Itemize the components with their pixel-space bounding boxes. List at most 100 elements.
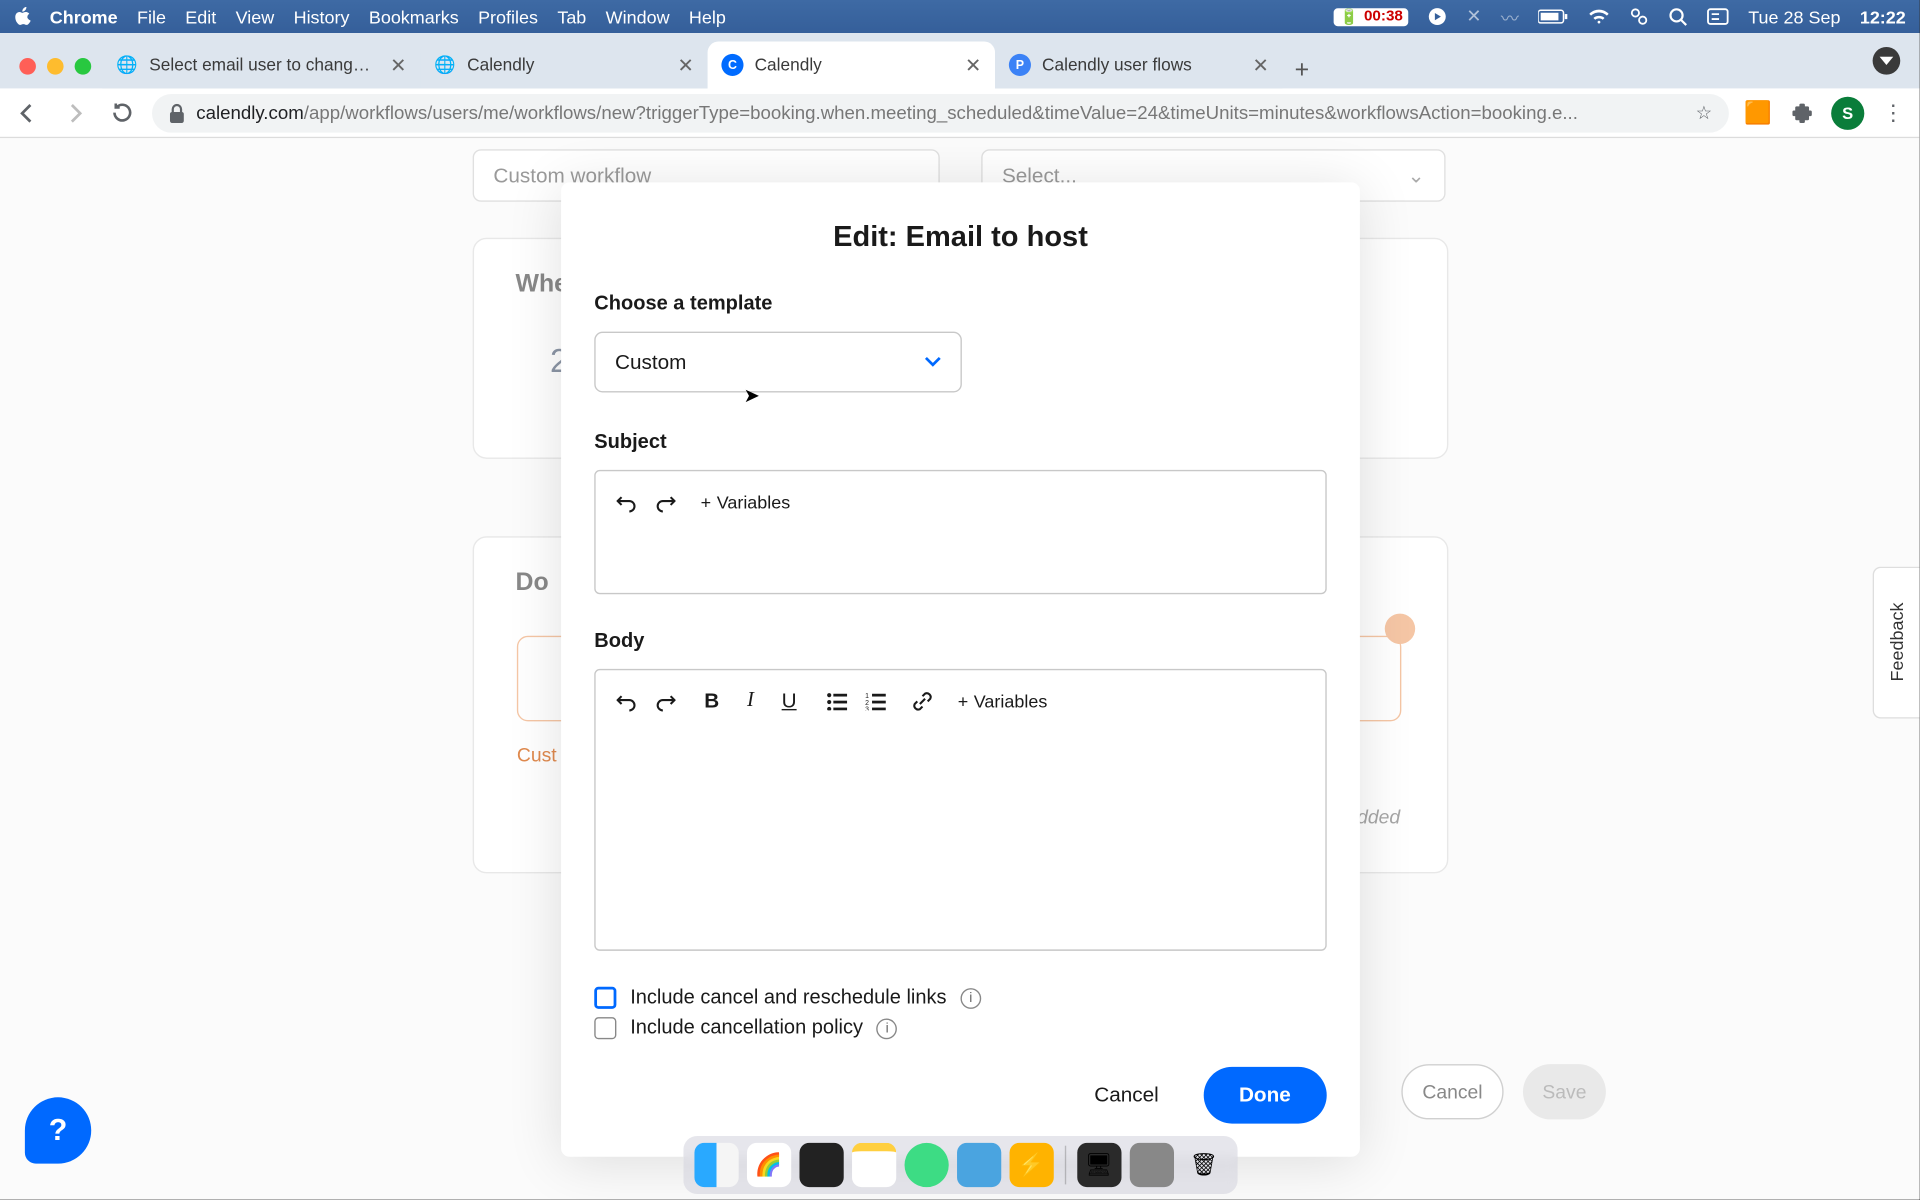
plus-icon: + xyxy=(958,690,968,711)
app-icon-2[interactable]: ⚡ xyxy=(1009,1143,1053,1187)
browser-tab-3[interactable]: C Calendly ✕ xyxy=(708,41,995,88)
browser-tab-1[interactable]: 🌐 Select email user to change | D ✕ xyxy=(102,41,420,88)
apple-icon[interactable] xyxy=(14,7,33,26)
info-icon[interactable]: i xyxy=(877,1018,898,1039)
extensions-icon[interactable] xyxy=(1787,102,1817,124)
reload-button[interactable] xyxy=(105,101,138,124)
close-tab-icon[interactable]: ✕ xyxy=(965,53,981,76)
status-icon-3[interactable]: 〰 xyxy=(1501,3,1519,29)
star-icon[interactable]: ☆ xyxy=(1696,102,1713,124)
battery-icon[interactable] xyxy=(1538,8,1568,25)
underline-icon[interactable]: U xyxy=(778,690,800,712)
modal-done-button[interactable]: Done xyxy=(1203,1067,1327,1124)
globe-icon: 🌐 xyxy=(116,54,138,76)
include-cancellation-policy-checkbox[interactable]: Include cancellation policy i xyxy=(594,1017,1326,1039)
bold-icon[interactable]: B xyxy=(701,690,723,712)
status-icon-1[interactable] xyxy=(1428,7,1447,26)
trash-icon[interactable]: 🗑 xyxy=(1182,1143,1226,1187)
wifi-icon[interactable] xyxy=(1588,8,1610,25)
close-window-button[interactable] xyxy=(19,58,36,75)
added-fragment: dded xyxy=(1357,806,1400,828)
svg-text:3: 3 xyxy=(864,706,868,710)
app-icon-1[interactable] xyxy=(956,1143,1000,1187)
checkbox-label: Include cancel and reschedule links xyxy=(630,987,946,1009)
tab-title: Calendly xyxy=(467,55,666,74)
close-tab-icon[interactable]: ✕ xyxy=(390,53,406,76)
undo-icon[interactable] xyxy=(615,690,637,712)
menu-file[interactable]: File xyxy=(137,6,166,27)
close-tab-icon[interactable]: ✕ xyxy=(678,53,694,76)
browser-tabstrip: 🌐 Select email user to change | D ✕ 🌐 Ca… xyxy=(0,33,1920,88)
italic-icon[interactable]: I xyxy=(739,690,761,712)
menu-window[interactable]: Window xyxy=(606,6,670,27)
terminal-icon[interactable] xyxy=(799,1143,843,1187)
back-button[interactable] xyxy=(11,100,44,125)
control-center-icon[interactable] xyxy=(1629,7,1648,26)
body-variables-button[interactable]: +Variables xyxy=(958,690,1048,711)
redo-icon[interactable] xyxy=(654,491,676,513)
menu-history[interactable]: History xyxy=(294,6,350,27)
checkbox-icon xyxy=(594,1017,616,1039)
body-editor[interactable]: B I U 123 +Variables xyxy=(594,669,1326,951)
notes-icon[interactable] xyxy=(851,1143,895,1187)
feedback-tab[interactable]: Feedback xyxy=(1873,567,1920,719)
folder-icon[interactable]: 🖥 xyxy=(1077,1143,1121,1187)
bullet-list-icon[interactable] xyxy=(825,690,847,712)
menu-profiles[interactable]: Profiles xyxy=(478,6,538,27)
browser-tab-4[interactable]: P Calendly user flows ✕ xyxy=(995,41,1282,88)
menubar-date[interactable]: Tue 28 Sep xyxy=(1748,6,1840,27)
checkbox-label: Include cancellation policy xyxy=(630,1017,863,1039)
browser-tab-2[interactable]: 🌐 Calendly ✕ xyxy=(420,41,707,88)
subject-variables-button[interactable]: +Variables xyxy=(701,491,791,512)
status-icon-2[interactable]: ✕ xyxy=(1466,6,1481,28)
address-bar[interactable]: calendly.com/app/workflows/users/me/work… xyxy=(152,93,1729,132)
include-cancel-reschedule-checkbox[interactable]: Include cancel and reschedule links i xyxy=(594,987,1326,1009)
template-label: Choose a template xyxy=(594,293,1326,315)
pf-icon: P xyxy=(1009,54,1031,76)
subject-editor[interactable]: +Variables xyxy=(594,470,1326,594)
numbered-list-icon[interactable]: 123 xyxy=(864,690,886,712)
menu-view[interactable]: View xyxy=(236,6,275,27)
template-select[interactable]: Custom xyxy=(594,332,962,393)
app-icon-3[interactable] xyxy=(1129,1143,1173,1187)
feedback-label: Feedback xyxy=(1886,603,1907,682)
forward-button[interactable] xyxy=(58,100,91,125)
body-label: Body xyxy=(594,630,1326,652)
battery-indicator[interactable]: 🔋00:38 xyxy=(1334,8,1408,26)
menubar-app-name[interactable]: Chrome xyxy=(50,6,118,27)
siri-icon[interactable] xyxy=(1707,7,1729,26)
page-save-button[interactable]: Save xyxy=(1523,1064,1606,1119)
redo-icon[interactable] xyxy=(654,690,676,712)
menu-help[interactable]: Help xyxy=(689,6,726,27)
menu-tab[interactable]: Tab xyxy=(557,6,586,27)
chrome-menu-icon[interactable]: ⋮ xyxy=(1878,99,1908,127)
extension-icon-1[interactable]: 🟧 xyxy=(1743,99,1773,127)
chrome-dock-icon[interactable]: 🌈 xyxy=(746,1143,790,1187)
zoom-window-button[interactable] xyxy=(75,58,92,75)
menu-edit[interactable]: Edit xyxy=(185,6,216,27)
new-tab-button[interactable]: + xyxy=(1282,50,1321,89)
minimize-window-button[interactable] xyxy=(47,58,64,75)
page-cancel-button[interactable]: Cancel xyxy=(1401,1064,1503,1119)
macos-dock: 🌈 ⚡ 🖥 🗑 xyxy=(683,1136,1237,1194)
finder-icon[interactable] xyxy=(694,1143,738,1187)
menu-bookmarks[interactable]: Bookmarks xyxy=(369,6,459,27)
warning-badge-icon xyxy=(1385,614,1415,644)
tab-overflow-button[interactable] xyxy=(1873,47,1901,75)
help-button[interactable]: ? xyxy=(25,1097,91,1163)
modal-cancel-button[interactable]: Cancel xyxy=(1075,1070,1178,1121)
page-actions: Cancel Save xyxy=(1401,1064,1606,1119)
page-content: Custom workflow Select...⌄ Whe 2 Do Cust… xyxy=(0,138,1920,1199)
subject-label: Subject xyxy=(594,431,1326,453)
undo-icon[interactable] xyxy=(615,491,637,513)
messages-icon[interactable] xyxy=(904,1143,948,1187)
lock-icon xyxy=(169,103,186,122)
url-text: calendly.com/app/workflows/users/me/work… xyxy=(196,102,1684,123)
link-icon[interactable] xyxy=(911,690,933,712)
body-toolbar: B I U 123 +Variables xyxy=(596,670,1326,731)
info-icon[interactable]: i xyxy=(960,987,981,1008)
close-tab-icon[interactable]: ✕ xyxy=(1252,53,1268,76)
menubar-time[interactable]: 12:22 xyxy=(1860,6,1906,27)
profile-avatar[interactable]: S xyxy=(1831,96,1864,129)
search-icon[interactable] xyxy=(1668,7,1687,26)
